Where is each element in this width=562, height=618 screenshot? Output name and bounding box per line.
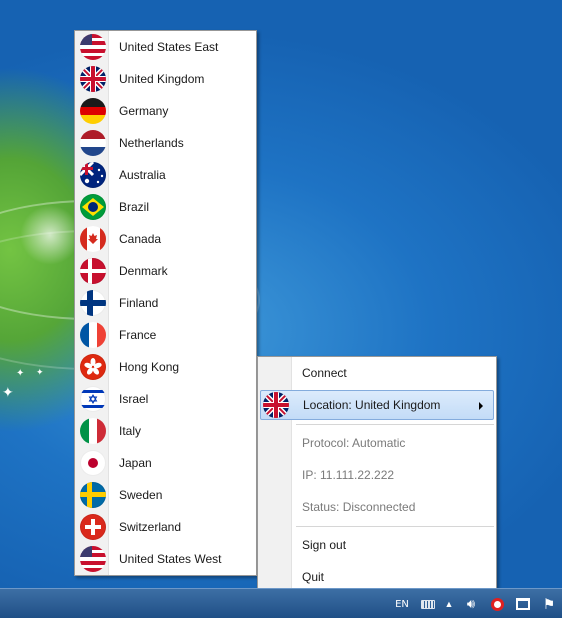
us-flag-icon: [80, 34, 106, 60]
sparkle-icon: ✦: [2, 385, 14, 401]
location-label: Location: United Kingdom: [303, 398, 441, 412]
sign-out-label: Sign out: [302, 538, 347, 552]
finland-flag-icon: [80, 290, 106, 316]
connect-menu-item[interactable]: Connect: [260, 358, 494, 388]
keyboard-icon[interactable]: [419, 589, 437, 618]
menu-item-sweden[interactable]: Sweden: [77, 480, 254, 510]
menu-item-label: Germany: [119, 104, 169, 118]
menu-item-finland[interactable]: Finland: [77, 288, 254, 318]
quit-label: Quit: [302, 570, 325, 584]
menu-item-united-kingdom[interactable]: United Kingdom: [77, 64, 254, 94]
menu-item-netherlands[interactable]: Netherlands: [77, 128, 254, 158]
menu-item-canada[interactable]: Canada: [77, 224, 254, 254]
locations-submenu: United States East United Kingdom German…: [74, 30, 257, 576]
menu-item-label: Netherlands: [119, 136, 184, 150]
wallpaper-glow: [20, 205, 80, 265]
menu-item-label: Italy: [119, 424, 142, 438]
menu-item-brazil[interactable]: Brazil: [77, 192, 254, 222]
location-menu-item[interactable]: Location: United Kingdom: [260, 390, 494, 420]
switzerland-flag-icon: [80, 514, 106, 540]
sign-out-menu-item[interactable]: Sign out: [260, 530, 494, 560]
menu-item-label: Brazil: [119, 200, 150, 214]
sweden-flag-icon: [80, 482, 106, 508]
menu-item-label: United Kingdom: [119, 72, 205, 86]
uk-flag-icon: [80, 66, 106, 92]
system-tray: EN ▲ 🔊︎ ⚑: [388, 589, 562, 618]
menu-item-label: Israel: [119, 392, 149, 406]
menu-item-hong-kong[interactable]: Hong Kong: [77, 352, 254, 382]
brazil-flag-icon: [80, 194, 106, 220]
protocol-menu-item: Protocol: Automatic: [260, 428, 494, 458]
sparkle-icon: ✦: [16, 368, 25, 379]
hong-kong-flag-icon: [80, 354, 106, 380]
menu-item-label: Switzerland: [119, 520, 182, 534]
protocol-label: Protocol: Automatic: [302, 436, 406, 450]
language-indicator[interactable]: EN: [391, 589, 413, 618]
menu-separator: [296, 424, 494, 425]
menu-item-united-states-west[interactable]: United States West: [77, 544, 254, 574]
japan-flag-icon: [80, 450, 106, 476]
denmark-flag-icon: [80, 258, 106, 284]
netherlands-flag-icon: [80, 130, 106, 156]
action-center-flag-icon[interactable]: ⚑: [539, 589, 559, 618]
sparkle-icon: ✦: [36, 368, 44, 378]
israel-flag-icon: [80, 386, 106, 412]
menu-item-label: United States West: [119, 552, 222, 566]
menu-item-israel[interactable]: Israel: [77, 384, 254, 414]
submenu-arrow-icon: [479, 402, 483, 410]
menu-item-label: Hong Kong: [119, 360, 180, 374]
menu-item-united-states-east[interactable]: United States East: [77, 32, 254, 62]
menu-item-label: France: [119, 328, 157, 342]
status-label: Status: Disconnected: [302, 500, 416, 514]
menu-item-australia[interactable]: Australia: [77, 160, 254, 190]
menu-item-france[interactable]: France: [77, 320, 254, 350]
france-flag-icon: [80, 322, 106, 348]
ip-label: IP: 11.111.22.222: [302, 468, 395, 482]
menu-item-japan[interactable]: Japan: [77, 448, 254, 478]
germany-flag-icon: [80, 98, 106, 124]
volume-icon[interactable]: 🔊︎: [461, 589, 481, 618]
canada-flag-icon: [80, 226, 106, 252]
us-flag-icon: [80, 546, 106, 572]
taskbar: EN ▲ 🔊︎ ⚑: [0, 588, 562, 618]
network-icon[interactable]: [513, 589, 533, 618]
menu-item-label: Japan: [119, 456, 152, 470]
menu-item-label: United States East: [119, 40, 219, 54]
tray-context-menu: Connect Location: United Kingdom Protoco…: [257, 356, 497, 594]
vpn-tray-icon[interactable]: [487, 589, 507, 618]
ip-menu-item: IP: 11.111.22.222: [260, 460, 494, 490]
uk-flag-icon: [263, 392, 289, 418]
show-hidden-icons-arrow[interactable]: ▲: [443, 589, 455, 618]
menu-item-denmark[interactable]: Denmark: [77, 256, 254, 286]
connect-label: Connect: [302, 366, 347, 380]
menu-item-label: Canada: [119, 232, 162, 246]
menu-item-label: Finland: [119, 296, 159, 310]
italy-flag-icon: [80, 418, 106, 444]
australia-flag-icon: [80, 162, 106, 188]
status-menu-item: Status: Disconnected: [260, 492, 494, 522]
menu-item-label: Sweden: [119, 488, 163, 502]
menu-item-label: Australia: [119, 168, 166, 182]
menu-item-germany[interactable]: Germany: [77, 96, 254, 126]
menu-item-label: Denmark: [119, 264, 168, 278]
menu-item-switzerland[interactable]: Switzerland: [77, 512, 254, 542]
menu-item-italy[interactable]: Italy: [77, 416, 254, 446]
menu-separator: [296, 526, 494, 527]
